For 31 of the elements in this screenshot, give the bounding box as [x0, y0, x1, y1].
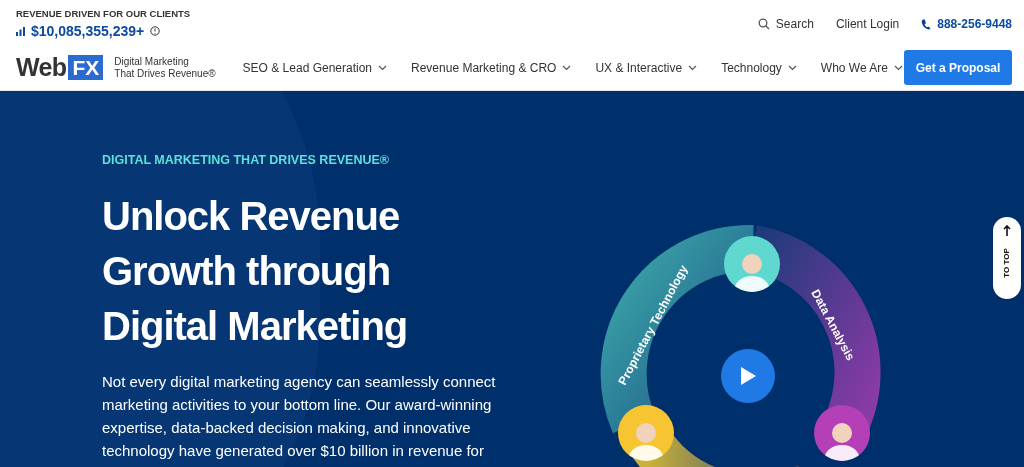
phone-icon: [921, 18, 932, 30]
revenue-label: REVENUE DRIVEN FOR OUR CLIENTS: [16, 8, 191, 20]
bar-chart-icon: [16, 26, 25, 36]
revenue-value: $10,085,355,239+: [31, 23, 145, 39]
phone-link[interactable]: 888-256-9448: [921, 15, 1012, 33]
chevron-down-icon: [894, 64, 903, 71]
hero-paragraph: Not every digital marketing agency can seamlessly connect marketing activities to your bottom line. Our award-winning expertise, data-backed decision making, and innovative technology have generated over $10 billion in revenue for: [102, 372, 497, 461]
info-icon: [150, 26, 161, 36]
chevron-down-icon: [787, 64, 797, 71]
nav-menu-item[interactable]: Who We Are: [820, 58, 903, 77]
logo-mark[interactable]: FX: [68, 55, 104, 80]
hero-eyebrow: DIGITAL MARKETING THAT DRIVES REVENUE®: [102, 153, 390, 167]
hero-heading: Unlock Revenue Growth through Digital Marketing: [102, 193, 409, 350]
nav-menu-item[interactable]: Technology: [721, 58, 797, 77]
play-button[interactable]: [721, 349, 775, 403]
chevron-down-icon: [562, 64, 572, 71]
logo-tagline: That Drives Revenue®: [114, 67, 216, 80]
chevron-down-icon: [688, 64, 698, 71]
login-link[interactable]: Client Login: [835, 15, 900, 33]
search-icon: [757, 18, 770, 30]
search-link[interactable]: Search: [757, 15, 814, 33]
play-icon: [739, 366, 757, 386]
get-proposal-button[interactable]: Get a Proposal: [904, 50, 1012, 85]
logo-wordmark[interactable]: Web: [16, 55, 67, 80]
nav-menu-item[interactable]: SEO & Lead Generation: [242, 58, 388, 77]
chevron-down-icon: [378, 64, 388, 71]
nav-menu-item[interactable]: Revenue Marketing & CRO: [411, 58, 572, 77]
nav-menu-item[interactable]: UX & Interactive: [595, 58, 698, 77]
to-top-button[interactable]: TO TOP: [993, 217, 1021, 299]
up-arrow-icon: [1003, 225, 1011, 237]
logo-tagline: Digital Marketing: [114, 55, 190, 68]
